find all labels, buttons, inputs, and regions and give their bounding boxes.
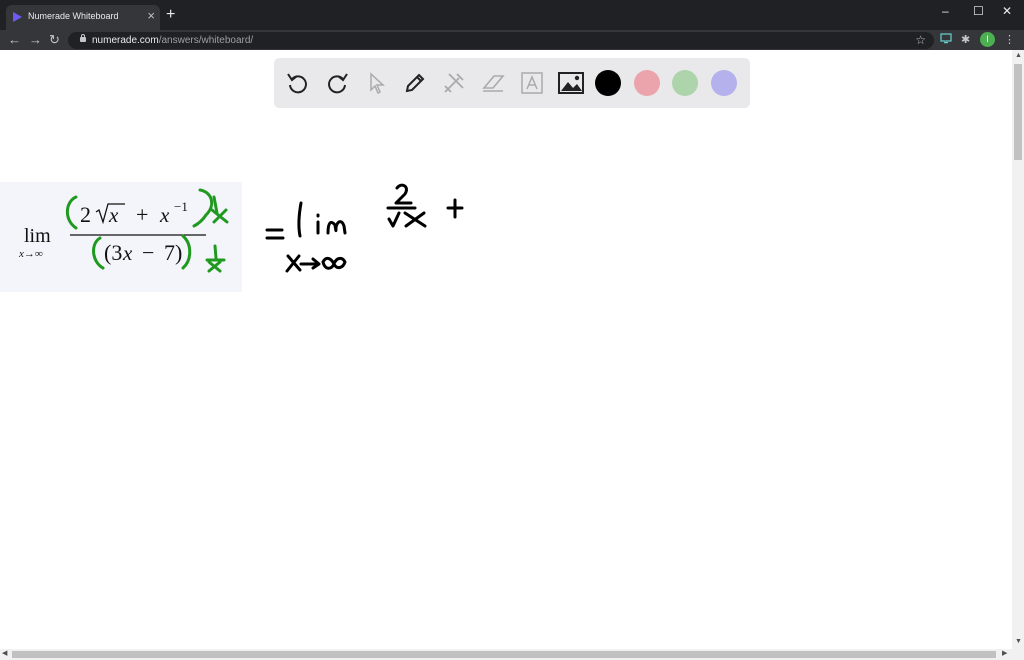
- url-text: numerade.com/answers/whiteboard/: [92, 35, 253, 46]
- svg-text:+: +: [136, 202, 148, 227]
- color-black[interactable]: [595, 70, 621, 96]
- cast-icon[interactable]: [940, 33, 952, 48]
- url-host: numerade.com: [92, 35, 159, 46]
- scroll-left-icon[interactable]: ◀: [2, 650, 7, 658]
- back-icon[interactable]: ←: [8, 33, 21, 47]
- horizontal-scroll-thumb[interactable]: [12, 651, 996, 658]
- bookmark-star-icon[interactable]: ☆: [915, 33, 926, 47]
- eraser-icon[interactable]: [477, 67, 509, 99]
- new-tab-icon[interactable]: +: [166, 6, 175, 24]
- lim-symbol: lim: [24, 225, 51, 247]
- text-icon[interactable]: [516, 67, 548, 99]
- svg-text:x: x: [122, 241, 133, 265]
- svg-text:7): 7): [164, 240, 182, 265]
- browser-toolbar: ← → ↻ numerade.com/answers/whiteboard/ ☆…: [0, 30, 1024, 50]
- address-bar[interactable]: numerade.com/answers/whiteboard/ ☆: [68, 32, 934, 49]
- maximize-icon[interactable]: ☐: [973, 4, 984, 18]
- minimize-icon[interactable]: –: [942, 4, 949, 18]
- whiteboard-canvas[interactable]: lim x→∞ 2 x + x −1 (3 x − 7): [0, 50, 1012, 649]
- vertical-scroll-thumb[interactable]: [1014, 64, 1022, 160]
- scroll-right-icon[interactable]: ▶: [1002, 650, 1007, 658]
- browser-menu-icon[interactable]: ⋮: [1004, 33, 1015, 47]
- browser-tab-bar: Numerade Whiteboard × + – ☐ ✕: [0, 0, 1024, 30]
- svg-text:−: −: [142, 240, 154, 265]
- browser-tab[interactable]: Numerade Whiteboard ×: [6, 5, 160, 30]
- vertical-scrollbar[interactable]: ▲ ▼: [1012, 50, 1024, 649]
- tab-title: Numerade Whiteboard: [28, 11, 119, 21]
- image-icon[interactable]: [555, 67, 587, 99]
- window-close-icon[interactable]: ✕: [1002, 4, 1012, 18]
- scroll-down-icon[interactable]: ▼: [1015, 638, 1022, 646]
- whiteboard-toolbar: [274, 58, 750, 108]
- horizontal-scrollbar[interactable]: ◀ ▶: [0, 649, 1024, 660]
- color-pink[interactable]: [634, 70, 660, 96]
- url-path: /answers/whiteboard/: [158, 35, 254, 46]
- color-purple[interactable]: [711, 70, 737, 96]
- tools-icon[interactable]: [438, 67, 470, 99]
- svg-text:x: x: [159, 203, 170, 227]
- redo-icon[interactable]: [321, 67, 353, 99]
- numerator-text: 2: [80, 202, 91, 227]
- forward-icon[interactable]: →: [29, 33, 42, 47]
- undo-icon[interactable]: [282, 67, 314, 99]
- profile-avatar[interactable]: I: [980, 32, 995, 47]
- reload-icon[interactable]: ↻: [49, 33, 60, 47]
- pen-icon[interactable]: [399, 67, 431, 99]
- pointer-icon[interactable]: [360, 67, 392, 99]
- color-green[interactable]: [672, 70, 698, 96]
- lock-icon: [80, 34, 86, 42]
- lim-subscript: x→∞: [18, 248, 43, 260]
- svg-text:−1: −1: [174, 199, 188, 214]
- svg-text:x: x: [108, 203, 119, 227]
- extensions-icon[interactable]: ✱: [961, 33, 970, 47]
- tab-close-icon[interactable]: ×: [147, 8, 155, 24]
- numerade-favicon-icon: [13, 12, 22, 22]
- scroll-up-icon[interactable]: ▲: [1015, 52, 1022, 60]
- problem-math-image[interactable]: lim x→∞ 2 x + x −1 (3 x − 7): [0, 182, 242, 292]
- denominator-text: (3: [104, 240, 122, 265]
